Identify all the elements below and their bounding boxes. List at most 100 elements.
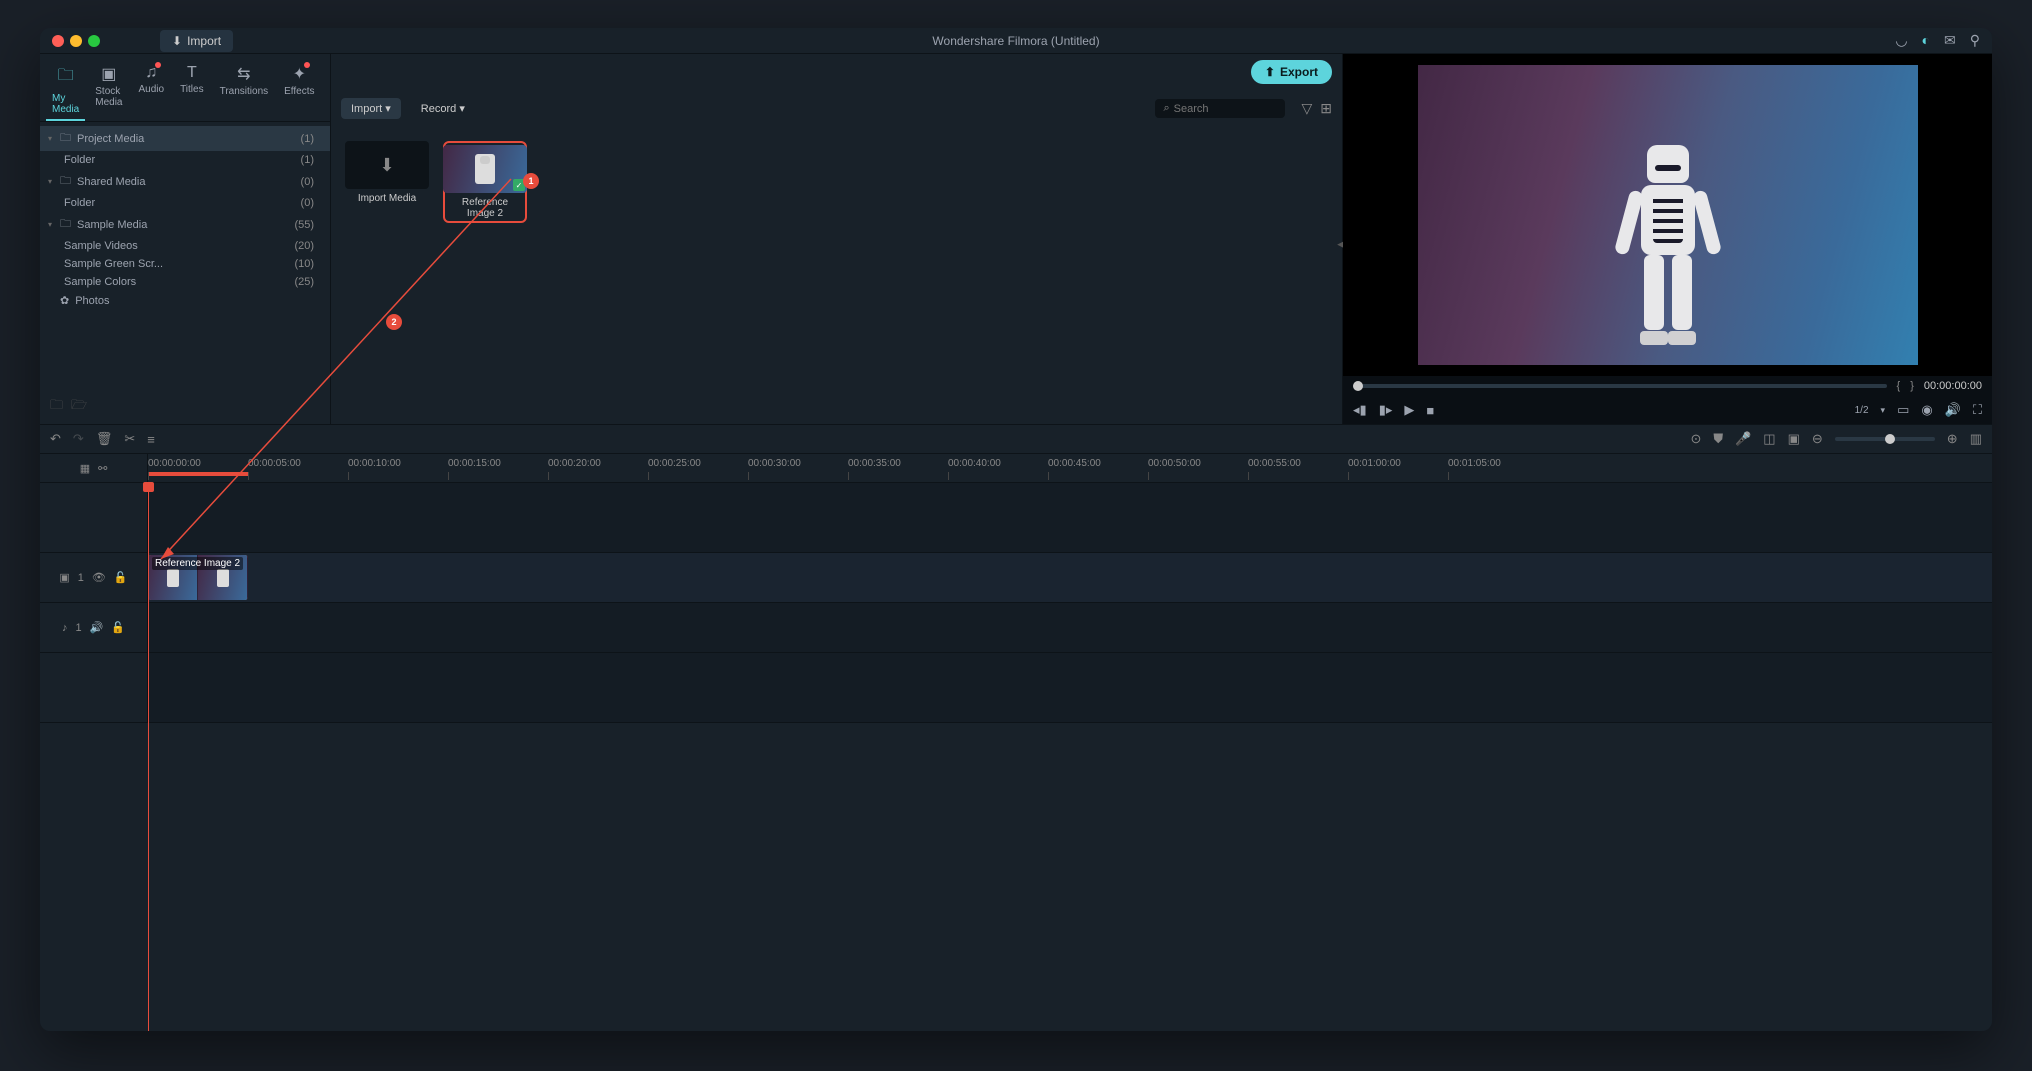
tree-sample-colors[interactable]: Sample Colors(25) — [40, 273, 330, 291]
play-icon[interactable]: ▶ — [1404, 402, 1414, 418]
notification-icon[interactable]: ⚲ — [1970, 32, 1980, 49]
tree-sample-media[interactable]: ▾🗀Sample Media(55) — [40, 212, 330, 237]
playhead[interactable] — [148, 483, 149, 1031]
audio-track-1[interactable]: ♪1 🔊 🔓 — [40, 603, 1992, 653]
video-track-1[interactable]: ▣1 👁 🔓 Reference Image 2 — [40, 553, 1992, 603]
stop-icon[interactable]: ■ — [1426, 403, 1434, 418]
tree-label: Photos — [75, 295, 322, 307]
chevron-down-icon[interactable]: ▾ — [1881, 405, 1886, 416]
minimize-icon[interactable] — [70, 35, 82, 47]
adjust-icon[interactable]: ≡ — [147, 432, 155, 447]
tree-count: (1) — [301, 154, 314, 166]
media-tabs: 🗀My Media ▣Stock Media ♫Audio TTitles ⇆T… — [40, 54, 330, 122]
import-media-tile[interactable]: ⬇ Import Media — [345, 141, 429, 223]
message-icon[interactable]: ✉ — [1944, 32, 1956, 49]
new-folder-icon[interactable]: 🗀 — [50, 396, 63, 418]
close-icon[interactable] — [52, 35, 64, 47]
preview-scrubber[interactable] — [1353, 384, 1887, 388]
lock-icon[interactable]: 🔓 — [111, 621, 125, 634]
crop-icon[interactable]: ▣ — [1788, 431, 1800, 447]
mixer-icon[interactable]: ◫ — [1763, 431, 1775, 447]
undo-icon[interactable]: ↶ — [50, 431, 61, 447]
preview-ratio[interactable]: 1/2 — [1855, 405, 1869, 416]
import-thumb: ⬇ — [345, 141, 429, 189]
account-icon[interactable]: ◡ — [1895, 32, 1907, 49]
tree-count: (0) — [301, 176, 314, 188]
zoom-slider[interactable] — [1835, 437, 1935, 441]
mute-icon[interactable]: 🔊 — [90, 621, 104, 634]
chevron-down-icon: ▾ — [48, 177, 60, 186]
import-dropdown[interactable]: Import ▾ — [341, 98, 401, 119]
delete-icon[interactable]: 🗑 — [96, 431, 113, 447]
prev-frame-icon[interactable]: ◂▮ — [1353, 402, 1367, 418]
marker-icon[interactable]: ⛊ — [1713, 431, 1723, 447]
tree-sample-videos[interactable]: Sample Videos(20) — [40, 237, 330, 255]
mark-in-icon[interactable]: { — [1897, 380, 1901, 392]
reference-image-tile[interactable]: ✓ Reference Image 2 1 — [443, 141, 527, 223]
tree-label: Sample Videos — [64, 240, 294, 252]
annotation-badge-2: 2 — [386, 314, 402, 330]
step-back-icon[interactable]: ▮▸ — [1379, 402, 1393, 418]
maximize-icon[interactable] — [88, 35, 100, 47]
audio-track-icon: ♪ — [62, 622, 68, 634]
cut-icon[interactable]: ✂ — [124, 431, 135, 447]
timeline-ruler[interactable]: 00:00:00:0000:00:05:0000:00:10:0000:00:1… — [148, 454, 1992, 482]
tab-stock-media[interactable]: ▣Stock Media — [89, 60, 128, 121]
tree-count: (1) — [301, 133, 314, 145]
track-menu-icon[interactable]: ▦ — [80, 462, 90, 475]
tab-label: Stock Media — [95, 86, 122, 108]
lock-icon[interactable]: 🔓 — [114, 571, 128, 584]
zoom-out-icon[interactable]: ⊖ — [1812, 431, 1823, 447]
fit-icon[interactable]: ▥ — [1970, 431, 1982, 447]
upload-icon: ⬆ — [1265, 65, 1275, 79]
ruler-tick: 00:01:05:00 — [1448, 458, 1501, 469]
scrubber-head[interactable] — [1353, 381, 1363, 391]
link-icon[interactable]: ⚯ — [98, 462, 107, 475]
ruler-tick: 00:00:15:00 — [448, 458, 501, 469]
tree-label: Shared Media — [77, 176, 301, 188]
preview-viewport[interactable] — [1343, 54, 1992, 376]
window-title: Wondershare Filmora (Untitled) — [932, 34, 1099, 48]
record-dropdown[interactable]: Record ▾ — [411, 98, 475, 119]
folder-icon: 🗀 — [58, 64, 74, 91]
tab-audio[interactable]: ♫Audio — [132, 60, 170, 121]
tab-my-media[interactable]: 🗀My Media — [46, 60, 85, 121]
tree-project-media[interactable]: ▾🗀Project Media(1) — [40, 126, 330, 151]
folder-add-icon[interactable]: 🗁 — [71, 396, 87, 418]
render-icon[interactable]: ⊙ — [1690, 431, 1701, 447]
track-header: ▣1 👁 🔓 — [40, 553, 148, 602]
tree-photos[interactable]: ✿Photos — [40, 291, 330, 310]
tree-shared-folder[interactable]: Folder(0) — [40, 194, 330, 212]
display-icon[interactable]: ▭ — [1897, 402, 1909, 418]
filter-icon[interactable]: ▽ — [1301, 100, 1312, 117]
mic-icon[interactable]: 🎤 — [1735, 431, 1751, 447]
help-icon[interactable]: ◐ — [1922, 32, 1930, 49]
track-number: 1 — [78, 572, 84, 584]
tree-sample-green[interactable]: Sample Green Scr...(10) — [40, 255, 330, 273]
visibility-icon[interactable]: 👁 — [92, 571, 106, 584]
tab-titles[interactable]: TTitles — [174, 60, 210, 121]
tree-shared-media[interactable]: ▾🗀 Shared Media(0) — [40, 169, 330, 194]
snapshot-icon[interactable]: ◉ — [1921, 402, 1932, 418]
dd-label: Import — [351, 103, 382, 115]
redo-icon[interactable]: ↷ — [73, 431, 84, 447]
import-button[interactable]: ⬇ Import — [160, 30, 233, 52]
tree-project-folder[interactable]: Folder(1) — [40, 151, 330, 169]
fullscreen-icon[interactable]: ⛶ — [1973, 402, 1982, 418]
export-button[interactable]: ⬆Export — [1251, 60, 1332, 84]
tab-transitions[interactable]: ⇆Transitions — [214, 60, 275, 121]
preview-frame — [1418, 65, 1918, 365]
folder-icon: 🗀 — [60, 172, 71, 191]
chevron-down-icon: ▾ — [48, 220, 60, 229]
ref-thumb: ✓ — [443, 145, 527, 193]
import-label: Import — [187, 34, 221, 48]
mark-out-icon[interactable]: } — [1910, 380, 1914, 392]
search-input[interactable] — [1174, 103, 1278, 115]
volume-icon[interactable]: 🔊 — [1945, 402, 1961, 418]
ruler-tick: 00:00:40:00 — [948, 458, 1001, 469]
chevron-down-icon: ▾ — [459, 103, 465, 115]
tab-effects[interactable]: ✦Effects — [278, 60, 320, 121]
timeline-clip[interactable]: Reference Image 2 — [148, 555, 248, 600]
grid-view-icon[interactable]: ⊞ — [1320, 100, 1332, 117]
zoom-in-icon[interactable]: ⊕ — [1947, 431, 1958, 447]
